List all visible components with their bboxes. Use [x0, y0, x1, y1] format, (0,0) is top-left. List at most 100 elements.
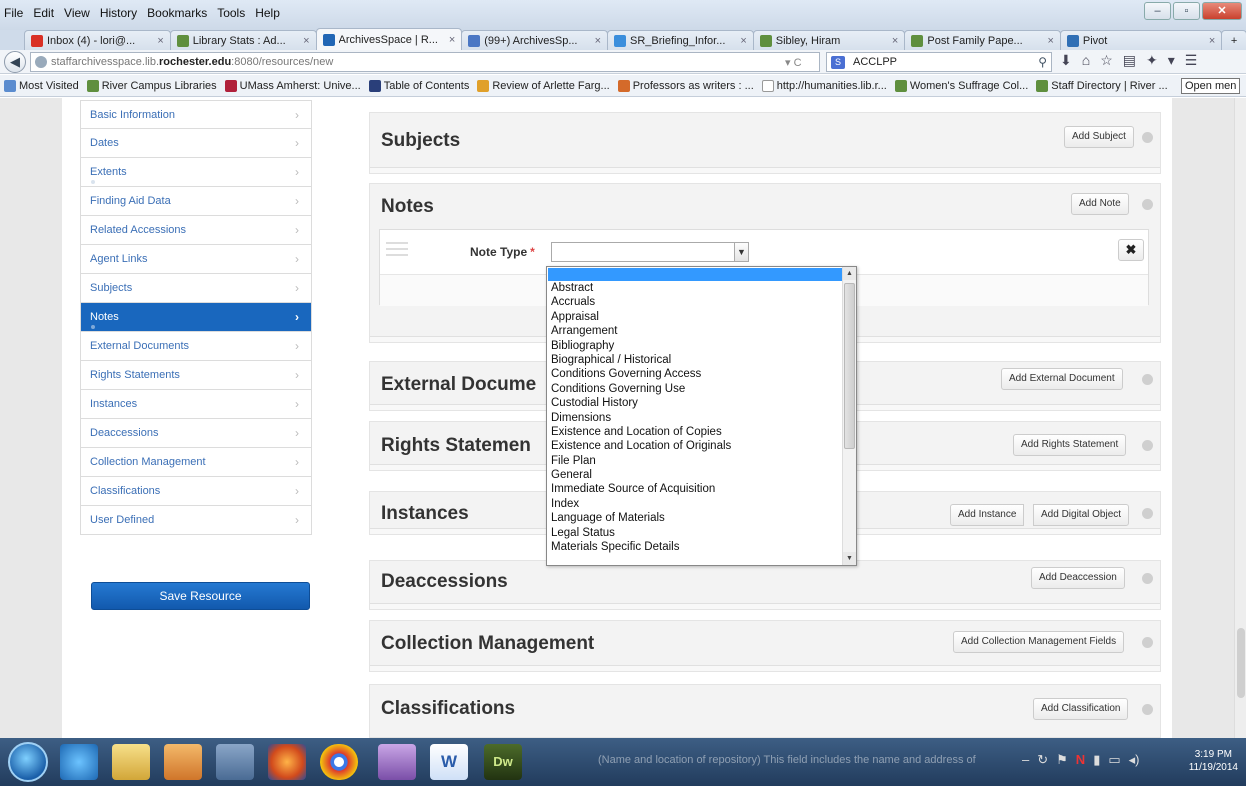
help-icon[interactable] — [1142, 132, 1153, 143]
volume-icon[interactable]: ◂) — [1129, 752, 1140, 768]
dropdown-option[interactable]: Conditions Governing Access — [547, 367, 856, 381]
help-icon[interactable] — [1142, 440, 1153, 451]
bookmark-item[interactable]: Most Visited — [4, 79, 79, 92]
bookmark-star-icon[interactable]: ☆ — [1100, 52, 1113, 69]
dropdown-option[interactable]: Existence and Location of Originals — [547, 439, 856, 453]
dropdown-option[interactable]: Immediate Source of Acquisition — [547, 482, 856, 496]
add-digital-object-button[interactable]: Add Digital Object — [1033, 504, 1130, 526]
dropdown-scrollbar-thumb[interactable] — [844, 283, 855, 449]
dropdown-option[interactable]: Custodial History — [547, 396, 856, 410]
dropdown-option[interactable]: File Plan — [547, 454, 856, 468]
menu-tools[interactable]: Tools — [217, 6, 245, 20]
remove-note-button[interactable]: ✖ — [1118, 239, 1144, 261]
sidebar-item-basic-information[interactable]: Basic Information › — [80, 100, 312, 129]
bookmark-item[interactable]: River Campus Libraries — [86, 79, 217, 92]
addon-icon[interactable]: ✦ — [1146, 52, 1158, 69]
network-icon[interactable]: ▮ — [1093, 752, 1100, 768]
bookmark-item[interactable]: Staff Directory | River ... — [1036, 79, 1168, 92]
scroll-up-icon[interactable]: ▲ — [843, 267, 856, 280]
open-menu-icon[interactable]: ☰ — [1185, 52, 1198, 69]
maximize-button[interactable]: ▫ — [1173, 2, 1200, 20]
dropdown-option[interactable]: Conditions Governing Use — [547, 382, 856, 396]
close-tab-icon[interactable]: × — [595, 35, 601, 47]
close-tab-icon[interactable]: × — [303, 35, 309, 47]
close-window-button[interactable]: ✕ — [1202, 2, 1242, 20]
dreamweaver-icon[interactable]: Dw — [484, 744, 522, 780]
browser-tab[interactable]: Post Family Pape... × — [904, 30, 1061, 50]
new-tab-button[interactable]: + — [1221, 30, 1246, 50]
clock[interactable]: 3:19 PM 11/19/2014 — [1189, 748, 1238, 774]
sidebar-item-subjects[interactable]: Subjects › — [80, 274, 312, 303]
dropdown-icon[interactable]: ▾ — [1168, 52, 1175, 69]
ie-icon[interactable] — [60, 744, 98, 780]
home-icon[interactable]: ⌂ — [1082, 52, 1090, 69]
chrome-icon[interactable] — [320, 744, 358, 780]
browser-tab[interactable]: Sibley, Hiram × — [752, 30, 906, 50]
dropdown-option[interactable]: Existence and Location of Copies — [547, 425, 856, 439]
close-tab-icon[interactable]: × — [740, 35, 746, 47]
tray-sync-icon[interactable]: ↻ — [1037, 752, 1048, 768]
menu-history[interactable]: History — [100, 6, 137, 20]
dropdown-option[interactable]: General — [547, 468, 856, 482]
browser-tab[interactable]: Inbox (4) - lori@... × — [24, 30, 171, 50]
chevron-down-icon[interactable]: ▼ — [734, 243, 748, 261]
sidebar-item-rights-statements[interactable]: Rights Statements › — [80, 361, 312, 390]
dropdown-option-blank[interactable] — [548, 268, 842, 281]
drag-handle-icon[interactable] — [386, 242, 408, 256]
minimize-button[interactable]: – — [1144, 2, 1171, 20]
sidebar-item-collection-management[interactable]: Collection Management › — [80, 448, 312, 477]
sidebar-item-instances[interactable]: Instances › — [80, 390, 312, 419]
sidebar-item-extents[interactable]: Extents › — [80, 158, 312, 187]
browser-tab[interactable]: Pivot × — [1059, 30, 1223, 50]
browser-tab[interactable]: SR_Briefing_Infor... × — [607, 30, 754, 50]
sidebar-item-deaccessions[interactable]: Deaccessions › — [80, 419, 312, 448]
tray-n-icon[interactable]: N — [1076, 752, 1085, 768]
menu-bookmarks[interactable]: Bookmarks — [147, 6, 207, 20]
close-tab-icon[interactable]: × — [157, 35, 163, 47]
dropdown-scrollbar[interactable]: ▲ ▼ — [842, 267, 856, 565]
add-instance-button[interactable]: Add Instance — [950, 504, 1025, 526]
close-tab-icon[interactable]: × — [1047, 35, 1053, 47]
add-note-button[interactable]: Add Note — [1071, 193, 1129, 215]
close-tab-icon[interactable]: × — [892, 35, 898, 47]
help-icon[interactable] — [1142, 199, 1153, 210]
browser-tab[interactable]: (99+) ArchivesSp... × — [461, 30, 608, 50]
dropdown-option[interactable]: Abstract — [547, 281, 856, 295]
dropdown-option[interactable]: Appraisal — [547, 310, 856, 324]
close-tab-icon[interactable]: × — [449, 34, 455, 46]
dropdown-option[interactable]: Index — [547, 497, 856, 511]
close-tab-icon[interactable]: × — [1209, 35, 1215, 47]
menu-file[interactable]: File — [4, 6, 23, 20]
dropdown-option[interactable]: Bibliography — [547, 339, 856, 353]
note-type-dropdown-list[interactable]: Abstract Accruals Appraisal Arrangement Bibl… — [546, 266, 857, 566]
word-icon[interactable]: W — [430, 744, 468, 780]
help-icon[interactable] — [1142, 637, 1153, 648]
dropdown-option[interactable]: Legal Status — [547, 526, 856, 540]
tray-arrow-icon[interactable]: – — [1022, 752, 1029, 768]
save-resource-button[interactable]: Save Resource — [91, 582, 310, 610]
firefox-icon[interactable] — [268, 744, 306, 780]
bookmarks-list-icon[interactable]: ▤ — [1123, 52, 1136, 69]
sidebar-item-related-accessions[interactable]: Related Accessions › — [80, 216, 312, 245]
help-icon[interactable] — [1142, 573, 1153, 584]
add-external-document-button[interactable]: Add External Document — [1001, 368, 1123, 390]
help-icon[interactable] — [1142, 508, 1153, 519]
dropdown-option[interactable]: Biographical / Historical — [547, 353, 856, 367]
add-collection-management-button[interactable]: Add Collection Management Fields — [953, 631, 1125, 653]
scroll-down-icon[interactable]: ▼ — [843, 552, 856, 565]
site-identity-icon[interactable] — [35, 56, 47, 68]
menu-edit[interactable]: Edit — [33, 6, 54, 20]
back-button[interactable]: ◀ — [4, 51, 26, 73]
help-icon[interactable] — [1142, 374, 1153, 385]
sidebar-item-notes[interactable]: Notes › — [80, 303, 312, 332]
sidebar-item-user-defined[interactable]: User Defined › — [80, 506, 312, 535]
sidebar-item-agent-links[interactable]: Agent Links › — [80, 245, 312, 274]
sidebar-item-external-documents[interactable]: External Documents › — [80, 332, 312, 361]
bookmark-item[interactable]: UMass Amherst: Unive... — [224, 79, 361, 92]
browser-tab[interactable]: Library Stats : Ad... × — [169, 30, 317, 50]
add-rights-statement-button[interactable]: Add Rights Statement — [1013, 434, 1127, 456]
help-icon[interactable] — [1142, 704, 1153, 715]
monitor-icon[interactable]: ▭ — [1108, 752, 1120, 768]
bookmark-item[interactable]: http://humanities.lib.r... — [761, 79, 887, 92]
page-scrollbar-thumb[interactable] — [1237, 628, 1245, 698]
